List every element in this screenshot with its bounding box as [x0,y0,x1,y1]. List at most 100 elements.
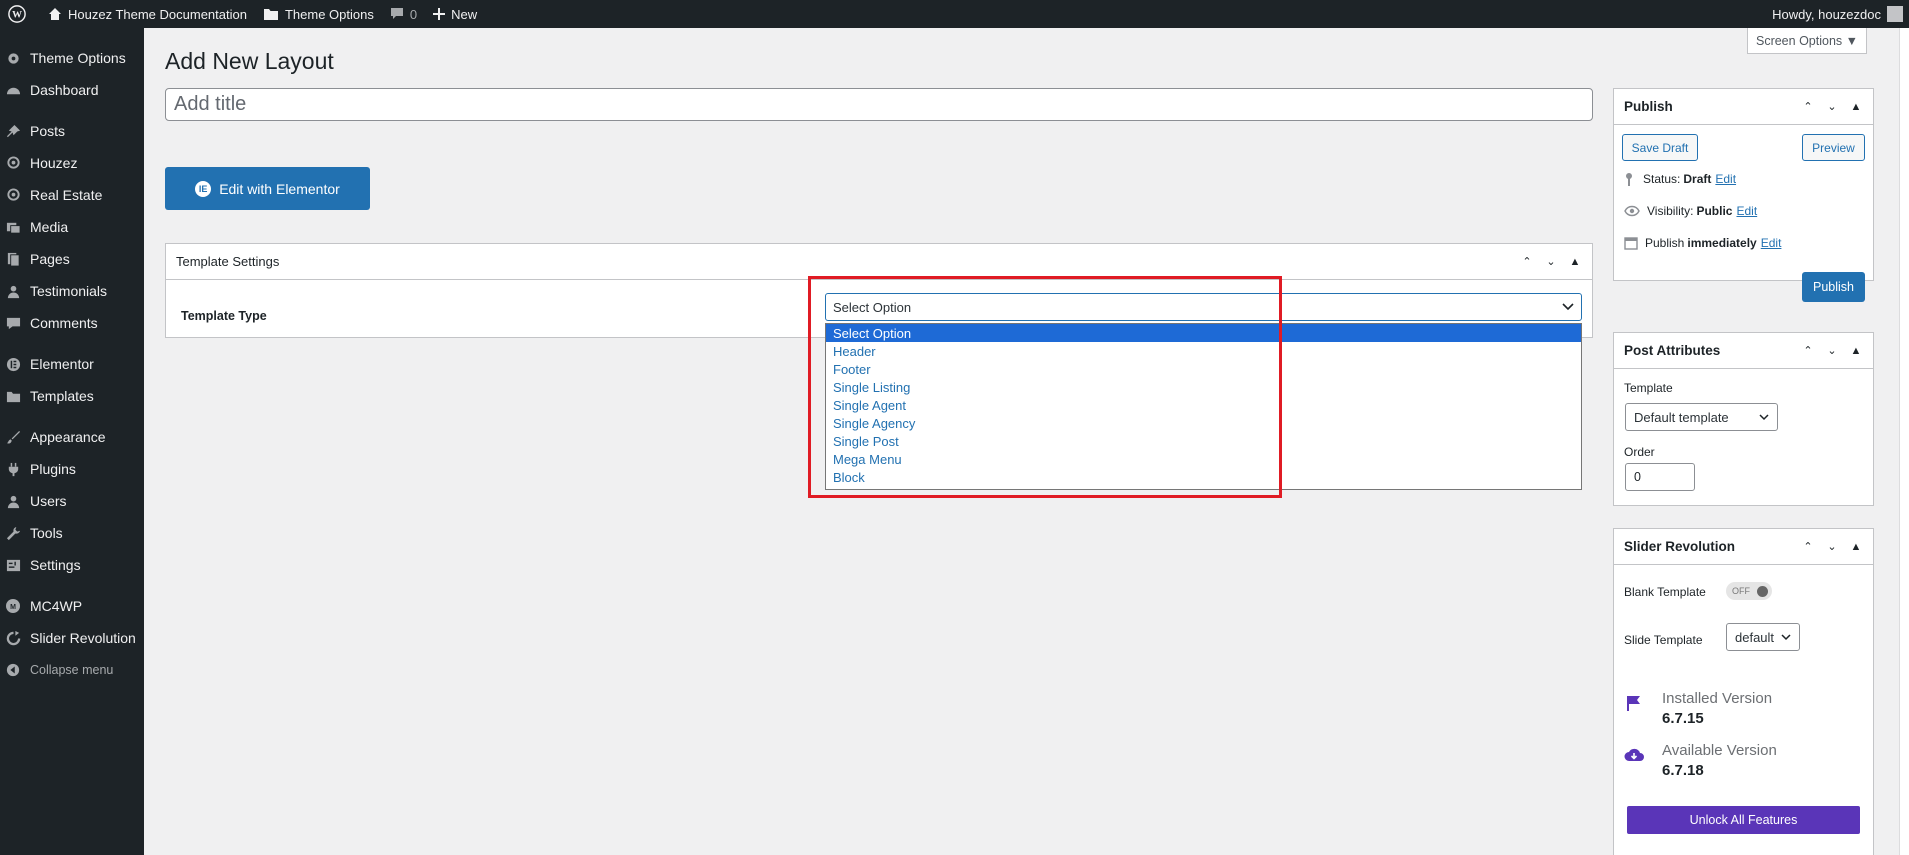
dropdown-option[interactable]: Single Agency [826,414,1581,432]
sidebar-item-tools[interactable]: Tools [0,517,144,549]
slider-revolution-title: Slider Revolution [1624,539,1736,554]
move-up-icon[interactable]: ⌃ [1801,344,1815,357]
template-label: Template [1624,381,1673,395]
template-type-select[interactable]: Select Option [825,293,1582,321]
settings-icon [4,556,22,574]
sidebar-item-label: Users [30,493,67,509]
move-up-icon[interactable]: ⌃ [1801,100,1815,113]
scrollbar-track[interactable] [1899,28,1909,855]
sidebar-item-users[interactable]: Users [0,485,144,517]
publish-time-label: Publish [1645,236,1685,250]
sidebar-item-media[interactable]: Media [0,211,144,243]
sidebar-item-houzez[interactable]: Houzez [0,147,144,179]
plus-icon [433,8,446,20]
move-down-icon[interactable]: ⌄ [1825,540,1839,553]
sidebar-item-theme-options[interactable]: Theme Options [0,42,144,74]
title-input[interactable]: Add title [165,88,1593,121]
sidebar-item-real-estate[interactable]: Real Estate [0,179,144,211]
sidebar-item-label: Media [30,219,69,235]
available-version-label: Available Version [1662,742,1777,759]
move-down-icon[interactable]: ⌄ [1825,100,1839,113]
comments-count: 0 [409,6,418,22]
postbox-header: Publish ⌃ ⌄ ▲ [1614,89,1873,125]
comment-icon [4,314,22,332]
move-down-icon[interactable]: ⌄ [1825,344,1839,357]
sidebar-item-comments[interactable]: Comments [0,307,144,339]
elementor-icon [4,355,22,373]
pages-icon [4,250,22,268]
publish-title: Publish [1624,99,1673,114]
sidebar-item-templates[interactable]: Templates [0,380,144,412]
my-account[interactable]: Howdy, houzezdoc [1772,6,1909,22]
move-up-icon[interactable]: ⌃ [1520,255,1534,268]
publish-button[interactable]: Publish [1802,272,1865,302]
installed-version-label: Installed Version [1662,690,1773,707]
unlock-all-features-button[interactable]: Unlock All Features [1627,806,1860,834]
dropdown-option[interactable]: Single Post [826,432,1581,450]
svg-text:M: M [10,604,16,611]
sidebar-item-dashboard[interactable]: Dashboard [0,74,144,106]
slide-template-select[interactable]: default [1726,623,1800,651]
brush-icon [4,428,22,446]
template-select[interactable]: Default template [1625,403,1778,431]
chevron-down-icon [1562,303,1574,311]
sidebar-item-elementor[interactable]: Elementor [0,348,144,380]
preview-button[interactable]: Preview [1802,134,1865,161]
dropdown-option[interactable]: Single Listing [826,378,1581,396]
installed-version-row: Installed Version 6.7.15 [1626,690,1772,727]
sidebar-item-slider-revolution[interactable]: Slider Revolution [0,622,144,654]
sidebar-item-label: Appearance [30,429,106,445]
dropdown-option[interactable]: Block [826,468,1581,486]
menu-separator [0,581,144,590]
comments-link[interactable]: 0 [382,0,425,28]
sidebar-item-appearance[interactable]: Appearance [0,421,144,453]
dropdown-option[interactable]: Select Option [826,324,1581,342]
svg-text:W: W [12,10,22,21]
blank-template-toggle[interactable]: OFF [1726,582,1772,600]
move-up-icon[interactable]: ⌃ [1801,540,1815,553]
sidebar-item-testimonials[interactable]: Testimonials [0,275,144,307]
edit-visibility-link[interactable]: Edit [1736,204,1757,218]
sidebar-item-settings[interactable]: Settings [0,549,144,581]
gear-icon [4,49,22,67]
screen-options-button[interactable]: Screen Options ▼ [1747,28,1867,54]
dropdown-option[interactable]: Header [826,342,1581,360]
sidebar-item-pages[interactable]: Pages [0,243,144,275]
site-name-link[interactable]: Houzez Theme Documentation [40,0,255,28]
sidebar-item-posts[interactable]: Posts [0,115,144,147]
toggle-state-label: OFF [1732,586,1750,596]
dropdown-option[interactable]: Single Agent [826,396,1581,414]
pin-icon [1626,173,1632,186]
new-content-link[interactable]: New [425,0,485,28]
wordpress-logo-icon[interactable]: W [0,0,40,28]
admin-bar: W Houzez Theme Documentation Theme Optio… [0,0,1909,28]
save-draft-button[interactable]: Save Draft [1622,134,1698,161]
toggle-panel-icon[interactable]: ▲ [1568,256,1582,268]
edit-status-link[interactable]: Edit [1715,172,1736,186]
publish-box: Publish ⌃ ⌄ ▲ Save Draft Preview Status:… [1613,88,1874,302]
toggle-panel-icon[interactable]: ▲ [1849,101,1863,113]
order-label: Order [1624,445,1655,459]
sidebar-item-label: Settings [30,557,81,573]
template-type-label: Template Type [181,309,267,323]
move-down-icon[interactable]: ⌄ [1544,255,1558,268]
dropdown-option[interactable]: Mega Menu [826,450,1581,468]
edit-with-elementor-label: Edit with Elementor [219,180,340,197]
dropdown-option[interactable]: Footer [826,360,1581,378]
location-icon [4,154,22,172]
sidebar-item-plugins[interactable]: Plugins [0,453,144,485]
eye-icon [1624,205,1640,217]
toggle-panel-icon[interactable]: ▲ [1849,541,1863,553]
folder-icon [4,387,22,405]
theme-options-link[interactable]: Theme Options [255,0,382,28]
sidebar-item-mc4wp[interactable]: M MC4WP [0,590,144,622]
collapse-arrow-icon [4,661,22,679]
order-input[interactable]: 0 [1625,463,1695,491]
toggle-panel-icon[interactable]: ▲ [1849,345,1863,357]
collapse-menu-button[interactable]: Collapse menu [0,654,144,686]
users-icon [4,492,22,510]
theme-options-label: Theme Options [284,6,374,22]
status-value: Draft [1683,172,1712,186]
edit-with-elementor-button[interactable]: IE Edit with Elementor [165,167,370,210]
edit-publish-time-link[interactable]: Edit [1761,236,1782,250]
